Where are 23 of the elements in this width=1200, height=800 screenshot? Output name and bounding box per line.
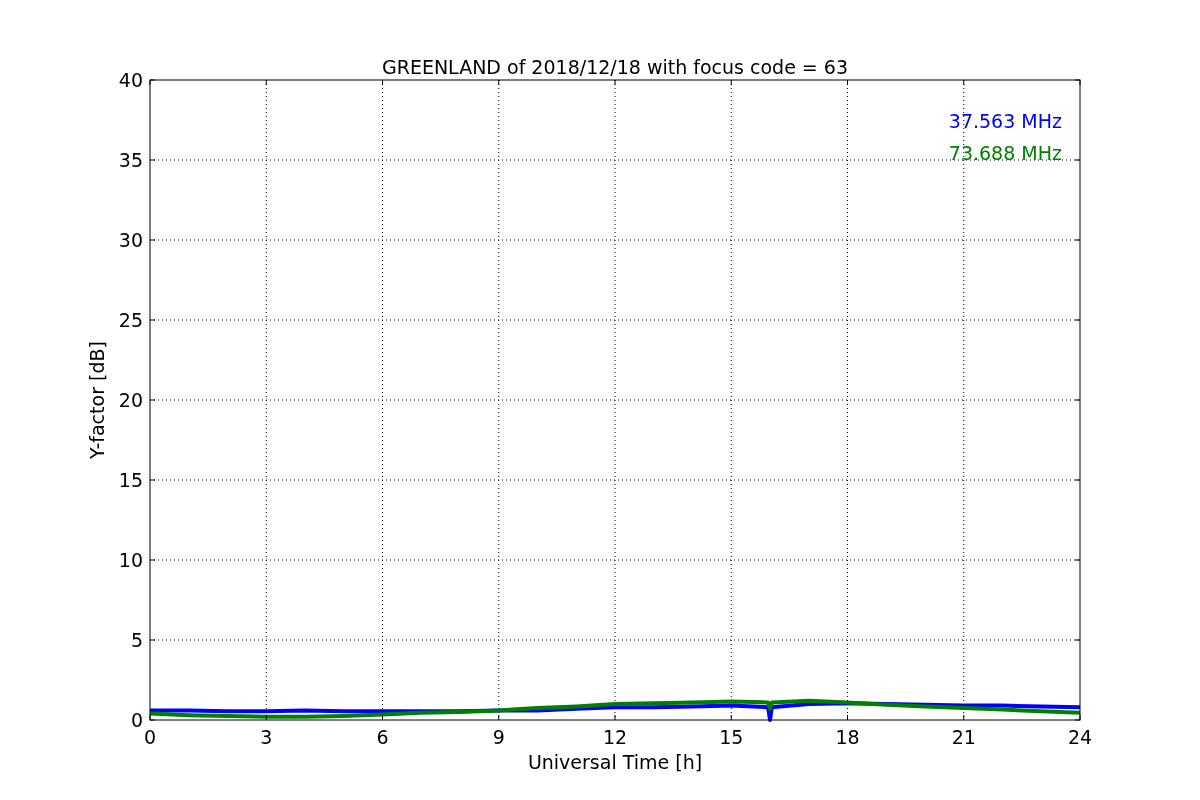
x-tick-label: 3 [260, 726, 273, 748]
x-tick-label: 12 [602, 726, 628, 748]
y-tick-label: 5 [130, 629, 143, 651]
y-tick-label: 20 [118, 389, 143, 411]
y-tick-label: 0 [130, 709, 143, 731]
y-tick-label: 35 [118, 149, 143, 171]
x-tick-label: 18 [835, 726, 860, 748]
legend-label: 37.563 MHz [948, 110, 1062, 132]
legend-label: 73.688 MHz [948, 142, 1062, 164]
y-tick-label: 40 [118, 69, 143, 91]
x-axis-label: Universal Time [h] [527, 751, 703, 773]
y-tick-label: 25 [118, 309, 143, 331]
y-tick-label: 30 [118, 229, 143, 251]
chart-title: GREENLAND of 2018/12/18 with focus code = 63 [382, 56, 848, 78]
x-tick-label: 24 [1067, 726, 1093, 748]
x-tick-label: 6 [376, 726, 389, 748]
y-axis-label: Y-factor [dB] [86, 341, 108, 459]
y-tick-label: 10 [118, 549, 143, 571]
y-tick-label: 15 [118, 469, 143, 491]
x-tick-label: 21 [951, 726, 976, 748]
x-tick-label: 15 [719, 726, 744, 748]
x-tick-label: 9 [492, 726, 505, 748]
x-tick-label: 0 [143, 726, 157, 748]
